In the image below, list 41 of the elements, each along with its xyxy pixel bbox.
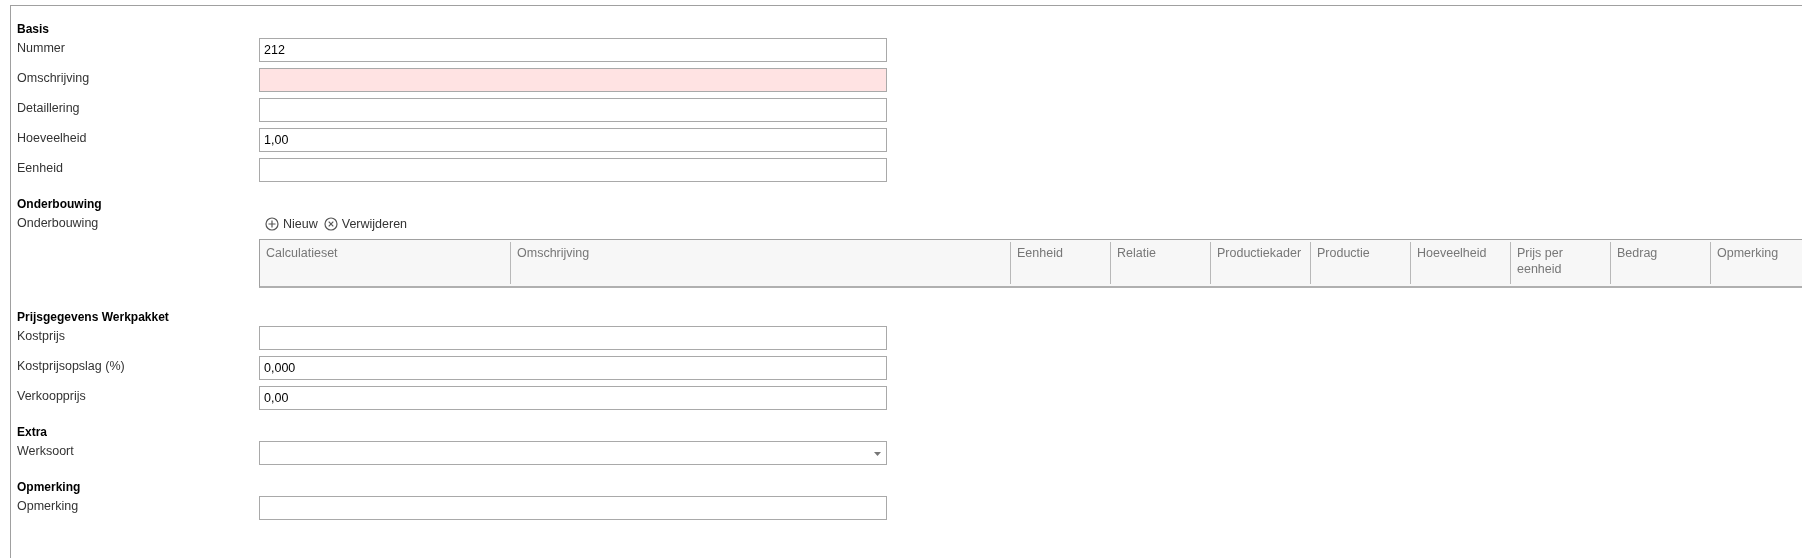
input-field[interactable] (259, 326, 887, 350)
field-label: Eenheid (17, 160, 64, 175)
column-header[interactable]: Hoeveelheid (1410, 242, 1510, 284)
field-label: Detaillering (17, 100, 81, 115)
section-heading: Extra (17, 424, 49, 441)
close-circle-icon (323, 217, 338, 231)
field-label: Onderbouwing (17, 215, 100, 230)
field-label: Nummer (17, 40, 66, 55)
input-field[interactable] (259, 68, 887, 92)
field-label: Omschrijving (17, 70, 91, 85)
input-field[interactable]: 212 (259, 38, 887, 62)
caret-icon (874, 452, 881, 456)
field-label: Opmerking (17, 498, 80, 513)
plus-circle-icon (265, 217, 279, 231)
input-field[interactable] (259, 98, 887, 122)
field-label: Verkoopprijs (17, 388, 87, 403)
column-header[interactable]: Productiekader (1210, 242, 1310, 284)
field-label: Werksoort (17, 443, 75, 458)
input-field[interactable]: 1,00 (259, 128, 887, 152)
column-header[interactable]: Productie (1310, 242, 1410, 284)
section-heading: Opmerking (17, 479, 82, 496)
input-field[interactable] (259, 158, 887, 182)
section-heading: Onderbouwing (17, 196, 103, 213)
column-header[interactable]: Eenheid (1010, 242, 1110, 284)
input-field[interactable]: 0,00 (259, 386, 887, 410)
dropdown-field[interactable] (259, 441, 887, 465)
section-heading: Prijsgegevens Werkpakket (17, 309, 170, 326)
toolbar-button[interactable]: Nieuw (265, 217, 318, 231)
input-field[interactable] (259, 496, 887, 520)
column-header[interactable]: Prijs per eenheid (1510, 242, 1610, 284)
column-header[interactable]: Omschrijving (510, 242, 1010, 284)
toolbar-button[interactable]: Verwijderen (323, 217, 408, 231)
column-header[interactable]: Opmerking (1710, 242, 1802, 284)
column-header[interactable]: Relatie (1110, 242, 1210, 284)
field-label: Hoeveelheid (17, 130, 88, 145)
field-label: Kostprijs (17, 328, 66, 343)
field-label: Kostprijsopslag (%) (17, 358, 126, 373)
column-header[interactable]: Bedrag (1610, 242, 1710, 284)
input-field[interactable]: 0,000 (259, 356, 887, 380)
section-heading: Basis (17, 21, 51, 38)
column-header[interactable]: Calculatieset (260, 242, 510, 284)
